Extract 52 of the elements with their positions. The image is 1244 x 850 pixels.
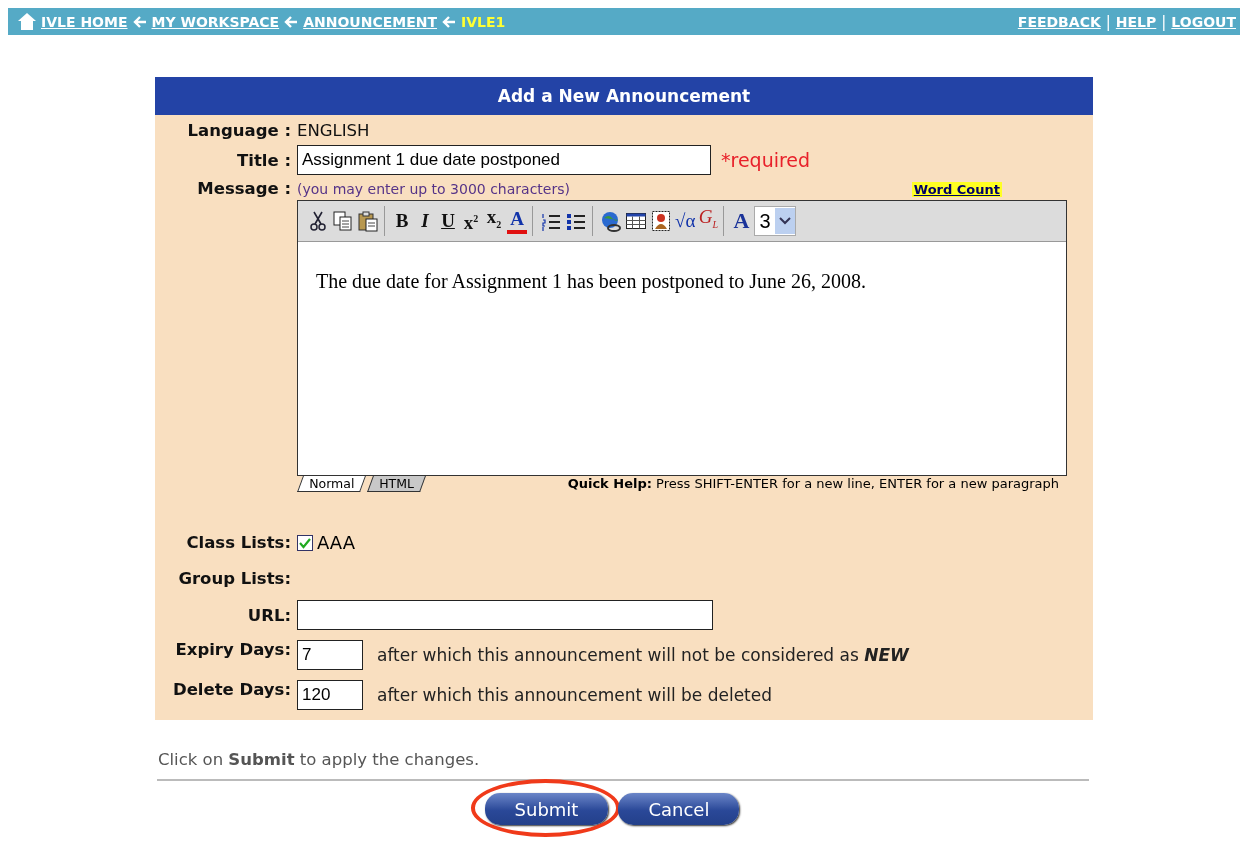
scissors-icon[interactable] [307,210,329,232]
field-label: Class Lists: [185,533,291,552]
equation-button[interactable]: √α [675,210,696,232]
field-label: Delete Days: [171,680,291,699]
field-label: Expiry Days: [174,640,291,659]
font-size-select[interactable]: 3 [754,206,796,236]
days-field[interactable]: 120 [297,680,363,710]
word-count-link[interactable]: Word Count [911,182,1002,197]
bold-button[interactable]: B [392,210,412,232]
character-limit-hint: (you may enter up to 3000 characters) [297,181,570,197]
back-arrow-icon [442,14,457,29]
clipboard-icon[interactable] [357,210,379,232]
form-button[interactable]: Submit [484,793,609,825]
instruction-text: Click on Submit to apply the changes. [158,750,481,769]
image-icon[interactable] [650,210,672,232]
quick-help-text: Quick Help: Press SHIFT-ENTER for a new line, ENTER for a new paragraph [567,476,1059,491]
chevron-down-icon [778,217,791,225]
form-button[interactable]: Cancel [618,793,740,825]
language-value: ENGLISH [297,121,371,140]
italic-button[interactable]: I [415,210,435,232]
checkbox[interactable] [297,534,313,551]
glossary-button[interactable]: G$_{L}$ [698,206,719,236]
font-color-button[interactable]: A [507,208,527,234]
link-separator: | [1105,12,1111,31]
link-separator: | [1161,12,1167,31]
globe-icon[interactable] [600,210,622,232]
copy-icon[interactable] [332,210,354,232]
underline-button[interactable]: U [438,210,458,232]
back-arrow-icon [284,14,299,29]
font-button[interactable]: A [731,210,752,232]
editor-mode-tab[interactable]: HTML [367,476,426,492]
field-note: after which this announcement will not be considered as NEW [377,645,909,665]
field-label: Language : [186,121,291,140]
field-label: Group Lists: [177,569,291,588]
home-icon[interactable] [18,13,36,30]
message-text: The due date for Assignment 1 has been postponed to June 26, 2008. [315,269,867,295]
title-field[interactable]: Assignment 1 due date postponed [297,145,711,175]
editor-mode-tab[interactable]: Normal [297,476,367,492]
days-field[interactable]: 7 [297,640,363,670]
field-label: Message : [196,179,291,198]
field-label: URL: [246,605,291,625]
field-label: Title : [236,150,291,170]
form-title-bar: Add a New Announcement [155,77,1093,115]
url-field[interactable] [297,600,713,630]
subscript-button[interactable]: x$_{2}$ [484,206,504,236]
required-note: *required [721,149,811,171]
superscript-button[interactable]: x$^{2}$ [461,207,481,235]
back-arrow-icon [132,14,147,29]
checkbox-label: AAA [317,532,355,553]
table-icon[interactable] [625,210,647,232]
field-note: after which this announcement will be deleted [377,685,773,705]
message-editor[interactable]: B I U x$^{2}$ x$_{2}$ A √α G$_{L}$ A 3 The due date for Assignment 1 has been postponed to June 26, 2008. [297,200,1067,476]
